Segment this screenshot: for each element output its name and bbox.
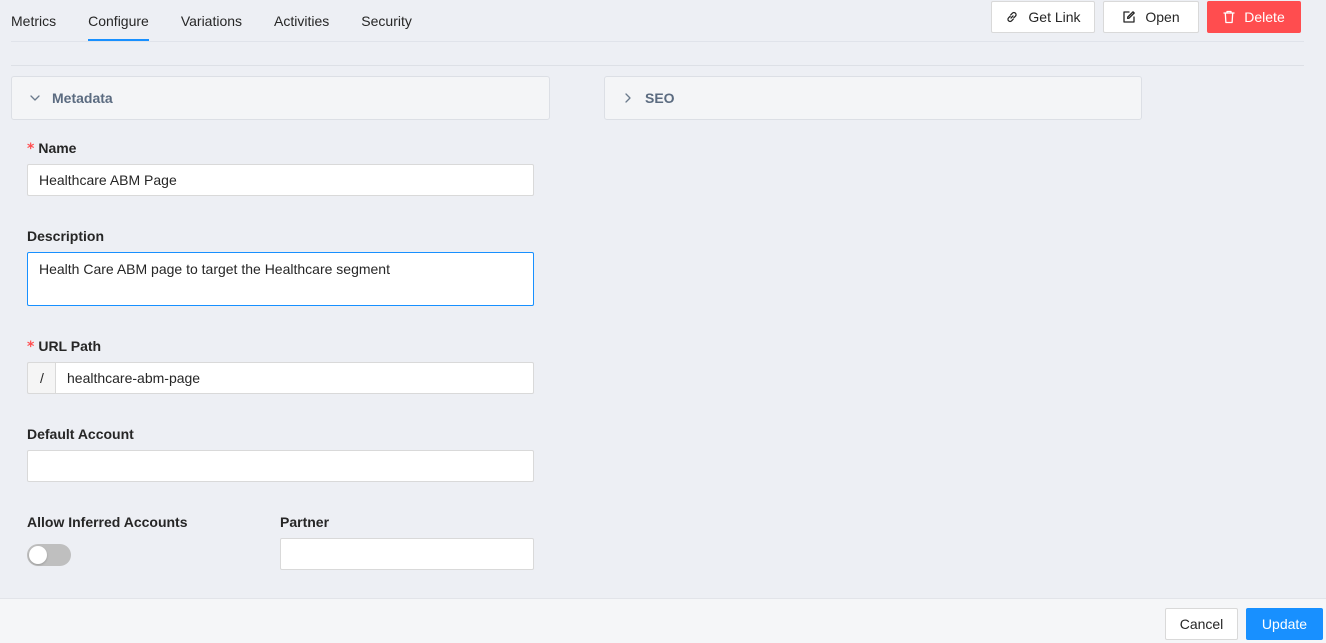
description-textarea[interactable]: Health Care ABM page to target the Healt… <box>27 252 534 306</box>
delete-label: Delete <box>1244 9 1285 25</box>
name-label-text: Name <box>38 140 77 156</box>
allow-inferred-accounts-toggle[interactable] <box>27 544 71 566</box>
delete-button[interactable]: Delete <box>1207 1 1301 33</box>
link-icon <box>1005 10 1019 24</box>
tab-security[interactable]: Security <box>361 0 412 41</box>
get-link-label: Get Link <box>1028 9 1081 25</box>
seo-panel-header[interactable]: SEO <box>604 76 1142 120</box>
url-path-input[interactable]: healthcare-abm-page <box>55 362 534 394</box>
tab-configure[interactable]: Configure <box>88 0 149 41</box>
partner-input[interactable] <box>280 538 534 570</box>
chevron-right-icon <box>623 93 633 103</box>
section-divider <box>11 65 1304 66</box>
open-label: Open <box>1145 9 1180 25</box>
tab-divider <box>11 41 1304 42</box>
url-path-label: * URL Path <box>27 338 101 355</box>
toggle-knob <box>29 546 47 564</box>
seo-panel-title: SEO <box>645 90 675 106</box>
edit-icon <box>1122 10 1136 24</box>
url-path-label-text: URL Path <box>38 338 102 354</box>
update-button[interactable]: Update <box>1246 608 1323 640</box>
partner-label: Partner <box>280 514 330 530</box>
metadata-panel-header[interactable]: Metadata <box>11 76 550 120</box>
name-input[interactable]: Healthcare ABM Page <box>27 164 534 196</box>
required-mark: * <box>27 339 35 355</box>
default-account-label: Default Account <box>27 426 134 442</box>
description-label: Description <box>27 228 105 244</box>
trash-icon <box>1223 10 1235 24</box>
tab-bar: Metrics Configure Variations Activities … <box>11 0 444 41</box>
default-account-input[interactable] <box>27 450 534 482</box>
tab-variations[interactable]: Variations <box>181 0 242 41</box>
url-path-prefix: / <box>27 362 56 394</box>
tab-activities[interactable]: Activities <box>274 0 329 41</box>
tab-metrics[interactable]: Metrics <box>11 0 56 41</box>
chevron-down-icon <box>30 93 40 103</box>
open-button[interactable]: Open <box>1103 1 1199 33</box>
footer-bar: Cancel Update <box>0 598 1326 643</box>
cancel-button[interactable]: Cancel <box>1165 608 1238 640</box>
allow-inferred-accounts-label: Allow Inferred Accounts <box>27 514 188 530</box>
get-link-button[interactable]: Get Link <box>991 1 1095 33</box>
required-mark: * <box>27 141 35 157</box>
name-label: * Name <box>27 140 76 157</box>
metadata-panel-title: Metadata <box>52 90 113 106</box>
